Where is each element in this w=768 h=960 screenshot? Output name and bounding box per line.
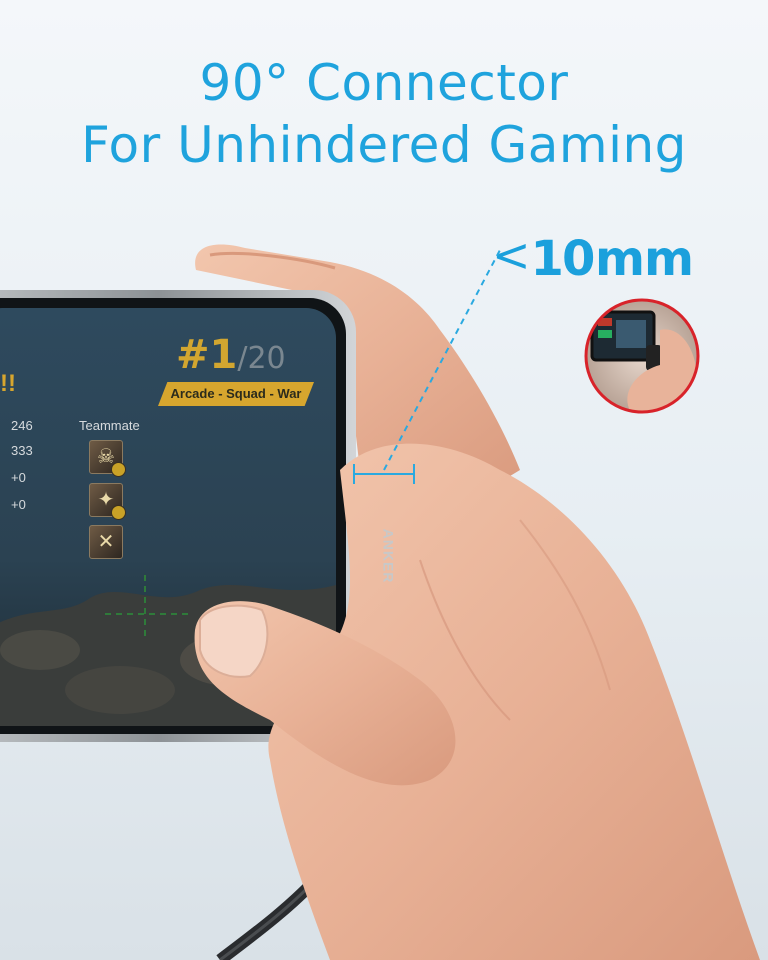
hud-stat: 333 [11,443,33,458]
teammate-avatar-icon: ✕ [89,525,123,559]
hud-teammate-label: Teammate [79,418,140,433]
hud-exclamation: !! [0,370,16,397]
hud-mode-banner: Arcade - Squad - War [158,382,314,406]
teammate-avatar-icon: ✦ [89,483,126,520]
teammate-avatar-icon: ☠ [89,440,126,477]
hud-rank: #1/20 [176,332,286,378]
hud-stat: +0 [11,497,26,512]
hud-stat: 246 [11,418,33,433]
hud-stat: +0 [11,470,26,485]
product-scene [0,244,760,960]
hud-rank-number: #1 [176,332,238,378]
connector-brand-logo: ANKER [380,528,397,584]
hud-rank-total: /20 [237,341,286,376]
